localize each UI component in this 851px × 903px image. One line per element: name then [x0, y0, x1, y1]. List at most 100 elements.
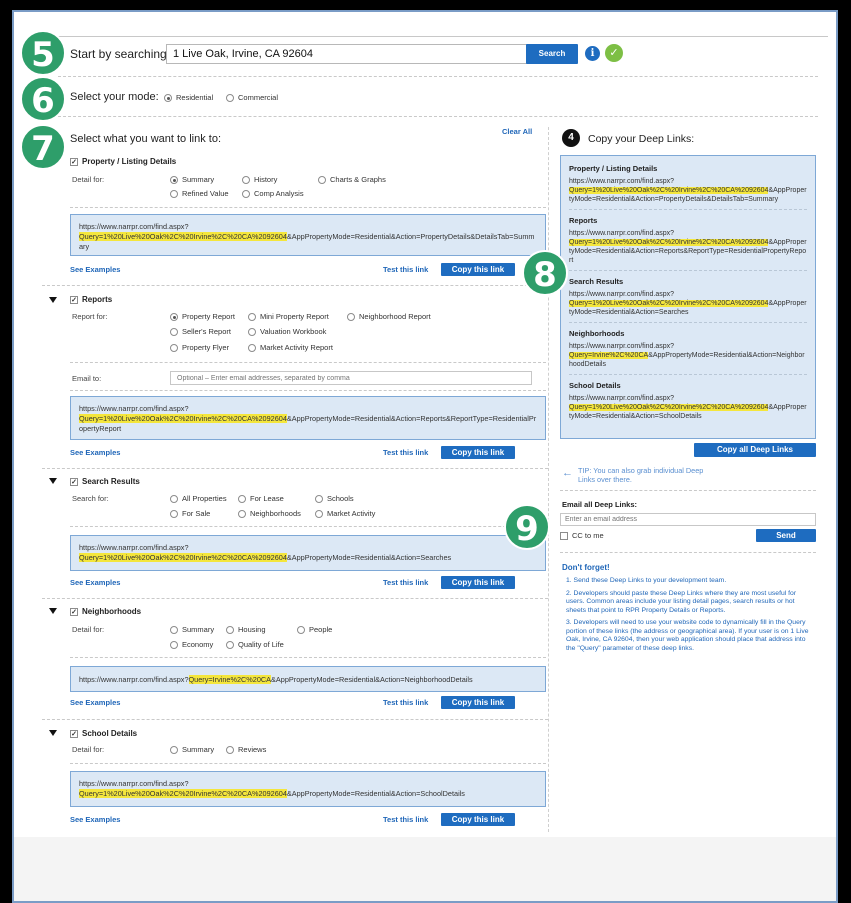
radio-icon — [248, 344, 256, 353]
reports-section-toggle[interactable]: ✓ Reports — [70, 295, 112, 304]
neighborhoods-copy-button[interactable]: Copy this link — [441, 696, 515, 709]
deep-link-url-reports[interactable]: https://www.narrpr.com/find.aspx? Query=1… — [569, 229, 807, 271]
neighborhoods-link-box[interactable]: https://www.narrpr.com/find.aspx?Query=I… — [70, 666, 546, 692]
property-link-box[interactable]: https://www.narrpr.com/find.aspx? Query=1… — [70, 214, 546, 256]
neighborhoods-opt-quality[interactable]: Quality of Life — [226, 640, 284, 650]
reports-opt-market[interactable]: Market Activity Report — [248, 343, 333, 353]
property-opt-comp[interactable]: Comp Analysis — [242, 189, 304, 199]
property-title: Property / Listing Details — [82, 157, 177, 166]
step-9-badge: 9 — [504, 504, 550, 550]
neighborhoods-test-link[interactable]: Test this link — [383, 698, 428, 707]
opt-label: Summary — [182, 175, 215, 184]
opt-label: Summary — [182, 625, 215, 634]
property-see-examples[interactable]: See Examples — [70, 265, 120, 274]
mode-label: Select your mode: — [70, 91, 159, 103]
divider — [42, 468, 548, 469]
property-opt-history[interactable]: History — [242, 175, 277, 185]
school-opt-summary[interactable]: Summary — [170, 745, 214, 755]
school-copy-button[interactable]: Copy this link — [441, 813, 515, 826]
deep-link-url-neighborhoods[interactable]: https://www.narrpr.com/find.aspx? Query=I… — [569, 342, 807, 375]
deep-link-url-search[interactable]: https://www.narrpr.com/find.aspx? Query=1… — [569, 290, 807, 323]
step-7-badge: 7 — [20, 124, 66, 170]
school-collapse-icon[interactable] — [49, 730, 57, 736]
email-all-input[interactable] — [560, 513, 816, 526]
reports-opt-valuation[interactable]: Valuation Workbook — [248, 327, 326, 337]
send-button[interactable]: Send — [756, 529, 816, 542]
search-opt-neighborhoods[interactable]: Neighborhoods — [238, 509, 301, 519]
neighborhoods-opt-summary[interactable]: Summary — [170, 625, 215, 635]
neighborhoods-opt-housing[interactable]: Housing — [226, 625, 266, 635]
search-opt-market[interactable]: Market Activity — [315, 509, 375, 519]
neighborhoods-opt-economy[interactable]: Economy — [170, 640, 213, 650]
property-opt-charts[interactable]: Charts & Graphs — [318, 175, 386, 185]
clear-all-link[interactable]: Clear All — [502, 127, 532, 136]
school-see-examples[interactable]: See Examples — [70, 815, 120, 824]
reports-opt-mini[interactable]: Mini Property Report — [248, 312, 329, 322]
arrow-left-icon: ← — [562, 467, 573, 479]
reports-label: Report for: — [72, 312, 108, 321]
school-opt-reviews[interactable]: Reviews — [226, 745, 266, 755]
reports-link-box[interactable]: https://www.narrpr.com/find.aspx? Query=1… — [70, 396, 546, 440]
divider — [42, 719, 548, 720]
opt-label: Comp Analysis — [254, 189, 304, 198]
search-opt-lease[interactable]: For Lease — [238, 494, 284, 504]
reports-opt-neighborhood[interactable]: Neighborhood Report — [347, 312, 431, 322]
search-results-collapse-icon[interactable] — [49, 478, 57, 484]
opt-label: Market Activity Report — [260, 343, 333, 352]
school-section-toggle[interactable]: ✓ School Details — [70, 729, 137, 738]
property-section-toggle[interactable]: ✓ Property / Listing Details — [70, 157, 176, 166]
search-results-test-link[interactable]: Test this link — [383, 578, 428, 587]
url-rest: &AppPropertyMode=Residential&Action=Scho… — [286, 789, 465, 798]
property-copy-button[interactable]: Copy this link — [441, 263, 515, 276]
neighborhoods-see-examples[interactable]: See Examples — [70, 698, 120, 707]
cc-to-me-checkbox[interactable]: CC to me — [560, 531, 604, 541]
search-opt-sale[interactable]: For Sale — [170, 509, 210, 519]
reports-collapse-icon[interactable] — [49, 297, 57, 303]
neighborhoods-section-toggle[interactable]: ✓ Neighborhoods — [70, 607, 141, 616]
search-results-section-toggle[interactable]: ✓ Search Results — [70, 477, 140, 486]
radio-icon — [297, 626, 305, 635]
email-to-input[interactable] — [170, 371, 532, 385]
mode-commercial[interactable]: Commercial — [226, 93, 279, 103]
radio-icon — [242, 190, 250, 199]
app-frame: 5 Start by searching: Search i ✓ 6 Selec… — [12, 10, 838, 903]
reports-test-link[interactable]: Test this link — [383, 448, 428, 457]
radio-icon — [170, 510, 178, 519]
url-query: Query=1%20Live%20Oak%2C%20Irvine%2C%20CA… — [569, 404, 769, 411]
reports-copy-button[interactable]: Copy this link — [441, 446, 515, 459]
search-label: Start by searching: — [70, 47, 171, 61]
search-results-see-examples[interactable]: See Examples — [70, 578, 120, 587]
search-input[interactable] — [166, 44, 528, 64]
neighborhoods-collapse-icon[interactable] — [49, 608, 57, 614]
school-link-box[interactable]: https://www.narrpr.com/find.aspx? Query=1… — [70, 771, 546, 807]
reports-see-examples[interactable]: See Examples — [70, 448, 120, 457]
search-button[interactable]: Search — [526, 44, 578, 64]
neighborhoods-opt-people[interactable]: People — [297, 625, 332, 635]
url-prefix: https://www.narrpr.com/find.aspx? — [79, 779, 189, 788]
opt-label: Schools — [327, 494, 354, 503]
deep-link-url-school[interactable]: https://www.narrpr.com/find.aspx? Query=1… — [569, 394, 807, 426]
neighborhoods-title: Neighborhoods — [82, 607, 142, 616]
search-opt-all[interactable]: All Properties — [170, 494, 227, 504]
url-query: Query=1%20Live%20Oak%2C%20Irvine%2C%20CA… — [569, 300, 769, 307]
radio-icon — [318, 176, 326, 185]
search-opt-schools[interactable]: Schools — [315, 494, 354, 504]
deep-link-head-property: Property / Listing Details — [569, 164, 658, 173]
mode-commercial-label: Commercial — [238, 93, 279, 102]
property-opt-refined[interactable]: Refined Value — [170, 189, 229, 199]
url-query: Query=1%20Live%20Oak%2C%20Irvine%2C%20CA… — [79, 414, 287, 423]
search-results-copy-button[interactable]: Copy this link — [441, 576, 515, 589]
reports-opt-property[interactable]: Property Report — [170, 312, 235, 322]
property-opt-summary[interactable]: Summary — [170, 175, 215, 185]
property-test-link[interactable]: Test this link — [383, 265, 428, 274]
deep-link-url-property[interactable]: https://www.narrpr.com/find.aspx? Query=1… — [569, 177, 807, 210]
link-to-title: Select what you want to link to: — [70, 133, 222, 145]
search-results-link-box[interactable]: https://www.narrpr.com/find.aspx? Query=1… — [70, 535, 546, 571]
copy-all-deep-links-button[interactable]: Copy all Deep Links — [694, 443, 816, 457]
reports-opt-seller[interactable]: Seller's Report — [170, 327, 231, 337]
reports-opt-flyer[interactable]: Property Flyer — [170, 343, 229, 353]
radio-icon — [164, 94, 172, 103]
mode-residential[interactable]: Residential — [164, 93, 213, 103]
school-test-link[interactable]: Test this link — [383, 815, 428, 824]
info-icon[interactable]: i — [585, 46, 600, 61]
